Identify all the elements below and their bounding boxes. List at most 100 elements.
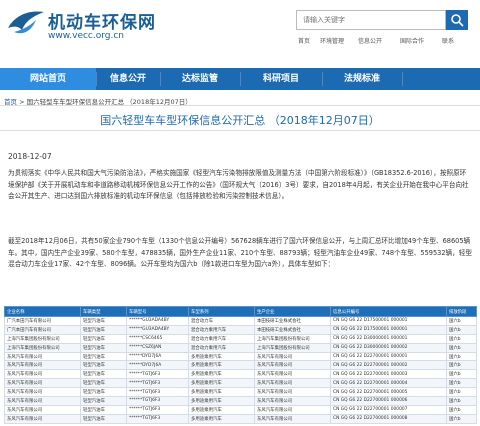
- table-cell: ******CSZ6JAN: [126, 342, 189, 353]
- table-cell: 混合动力乘用汽车: [188, 333, 255, 344]
- table-cell: 国六b: [446, 404, 477, 415]
- nav-item-supervision[interactable]: 达标监管: [160, 68, 240, 90]
- nav-divider: [402, 72, 403, 86]
- table-cell: 东风汽车有限公司: [254, 351, 331, 362]
- site-title: 机动车环保网: [48, 13, 156, 33]
- table-row: 东风汽车有限公司 轻型汽油车 ******DYD7J6A 多用途乘用汽车 东风汽车有限公…: [4, 351, 477, 362]
- table-cell: ******TGTJ6F3: [126, 413, 189, 424]
- table-cell: 混合动力车: [188, 316, 255, 326]
- table-cell: 轻型汽油车: [80, 396, 127, 406]
- table-cell: 轻型汽油车: [80, 333, 127, 344]
- table-cell: 东风汽车有限公司: [4, 378, 81, 389]
- table-cell: CN GQ G6 22 D30000001 000001: [330, 333, 447, 344]
- table-cell: 本田技研工业株式会社: [254, 324, 331, 335]
- top-links: 首页 环境管理 信息公开 国际合作 联系: [296, 36, 476, 46]
- site-url: www.vecc.org.cn: [48, 31, 125, 41]
- table-row: 东风汽车有限公司 轻型汽油车 ******TGTJ6F3 多用途乘用汽车 东风汽车有限公…: [4, 396, 477, 406]
- table-header-row: 企业名称 车辆类型 车辆型号 车型系列 生产企业 信息公开编号 排放阶段: [4, 306, 477, 317]
- article-paragraph: 截至2018年12月06日，共有50家企业790个车型（1330个信息公开编号）…: [8, 237, 472, 269]
- table-cell: 多用途乘用汽车: [188, 378, 255, 389]
- nav-item-research[interactable]: 科研项目: [240, 68, 322, 90]
- table-cell: 国六b: [446, 360, 477, 371]
- table-cell: CN GQ G6 22 D17500001 000001: [330, 324, 447, 335]
- table-cell: 国六b: [446, 333, 477, 344]
- table-cell: 国六b: [446, 378, 477, 389]
- table-row: 东风汽车有限公司 轻型汽油车 ******TGTJ6F3 多用途乘用汽车 东风汽车有限公…: [4, 378, 477, 389]
- site-logo[interactable]: 机动车环保网 www.vecc.org.cn: [6, 6, 196, 46]
- page-title: 国六轻型车车型环保信息公开汇总 （2018年12月07日）: [100, 114, 380, 127]
- publish-date: 2018-12-07: [8, 152, 52, 161]
- table-cell: 东风汽车有限公司: [4, 360, 81, 371]
- table-cell: 上海汽车集团股份有限公司: [254, 342, 331, 353]
- nav-item-home[interactable]: 网站首页: [0, 68, 96, 90]
- top-link-contact[interactable]: 联系: [442, 36, 454, 45]
- table-cell: 多用途乘用汽车: [188, 351, 255, 362]
- table-cell: 轻型汽油车: [80, 316, 127, 326]
- table-cell: ******TGTJ6F3: [126, 396, 189, 406]
- table-cell: ******TGTJ6F3: [126, 387, 189, 398]
- table-row: 广汽本田汽车有限公司 轻型汽油车 ******GU3ADA4BY 混合动力车 本田技研工…: [4, 316, 477, 326]
- table-cell: 轻型汽油车: [80, 404, 127, 415]
- table-cell: ******TGTJ6F3: [126, 404, 189, 415]
- top-link-home[interactable]: 首页: [298, 36, 310, 45]
- table-cell: 国六b: [446, 413, 477, 424]
- table-cell: ******GU3ADA4BY: [126, 316, 189, 326]
- table-row: 上海汽车集团股份有限公司 轻型汽油车 ******CSC6465 混合动力乘用汽车 上海…: [4, 333, 477, 344]
- top-link-env[interactable]: 环境管理: [320, 36, 344, 45]
- table-cell: 轻型汽油车: [80, 369, 127, 380]
- table-column-header: 排放阶段: [446, 306, 477, 317]
- table-cell: 多用途乘用汽车: [188, 387, 255, 398]
- search-button[interactable]: [446, 10, 468, 30]
- table-cell: 东风汽车有限公司: [4, 404, 81, 415]
- table-cell: 东风汽车有限公司: [254, 413, 331, 424]
- table-cell: CN GQ G6 22 D30000001 000002: [330, 342, 447, 353]
- table-column-header: 生产企业: [254, 306, 331, 317]
- table-column-header: 车型系列: [188, 306, 255, 317]
- site-header: 机动车环保网 www.vecc.org.cn 首页 环境管理 信息公开 国际合作…: [0, 0, 480, 68]
- table-cell: CN GQ G6 22 D22700001 000001: [330, 351, 447, 362]
- table-row: 广汽本田汽车有限公司 轻型汽油车 ******GU3ADA4BY 混合动力乘用汽车 本田…: [4, 324, 477, 335]
- table-cell: CN GQ G6 22 D22700001 000005: [330, 387, 447, 398]
- nav-item-info[interactable]: 信息公开: [96, 68, 160, 90]
- table-cell: 国六b: [446, 369, 477, 380]
- table-cell: 广汽本田汽车有限公司: [4, 324, 81, 335]
- table-cell: 多用途乘用汽车: [188, 396, 255, 406]
- table-cell: CN GQ G6 22 D22700001 000006: [330, 396, 447, 406]
- article-paragraph: 为贯彻落实《中华人民共和国大气污染防治法》，严格实施国家《轻型汽车污染物排放限值…: [8, 169, 469, 201]
- table-cell: 轻型汽油车: [80, 324, 127, 335]
- nav-item-standards[interactable]: 法规标准: [322, 68, 402, 90]
- main-nav: 网站首页 信息公开 达标监管 科研项目 法规标准: [0, 68, 480, 90]
- table-cell: 广汽本田汽车有限公司: [4, 316, 81, 326]
- table-cell: 东风汽车有限公司: [254, 378, 331, 389]
- top-link-info[interactable]: 信息公开: [358, 36, 382, 45]
- table-column-header: 企业名称: [4, 306, 81, 317]
- table-cell: CN GQ G6 22 D22700001 000003: [330, 369, 447, 380]
- table-cell: 轻型汽油车: [80, 378, 127, 389]
- top-link-intl[interactable]: 国际合作: [400, 36, 424, 45]
- table-cell: 多用途乘用汽车: [188, 360, 255, 371]
- table-cell: CN GQ G6 22 D17500001 000001: [330, 316, 447, 326]
- table-cell: 东风汽车有限公司: [254, 396, 331, 406]
- table-cell: 多用途乘用汽车: [188, 413, 255, 424]
- search-icon: [451, 14, 464, 27]
- table-cell: 国六b: [446, 351, 477, 362]
- table-cell: ******DYD7J6A: [126, 360, 189, 371]
- table-cell: 国六b: [446, 324, 477, 335]
- table-cell: 东风汽车有限公司: [4, 396, 81, 406]
- table-cell: 国六b: [446, 396, 477, 406]
- table-cell: 混合动力乘用汽车: [188, 342, 255, 353]
- table-row: 东风汽车有限公司 轻型汽油车 ******TGTJ6F3 多用途乘用汽车 东风汽车有限公…: [4, 387, 477, 398]
- table-cell: 上海汽车集团股份有限公司: [4, 333, 81, 344]
- table-cell: 东风汽车有限公司: [254, 360, 331, 371]
- table-row: 东风汽车有限公司 轻型汽油车 ******TGTJ6F3 多用途乘用汽车 东风汽车有限公…: [4, 404, 477, 415]
- table-cell: CN GQ G6 22 D22700001 000008: [330, 413, 447, 424]
- table-cell: 轻型汽油车: [80, 387, 127, 398]
- table-row: 东风汽车有限公司 轻型汽油车 ******DYD7J6A 多用途乘用汽车 东风汽车有限公…: [4, 360, 477, 371]
- table-cell: ******TGTJ6F3: [126, 378, 189, 389]
- table-column-header: 车辆型号: [126, 306, 189, 317]
- table-cell: 上海汽车集团股份有限公司: [4, 342, 81, 353]
- search-input[interactable]: [296, 10, 446, 30]
- table-cell: 国六b: [446, 316, 477, 326]
- table-row: 上海汽车集团股份有限公司 轻型汽油车 ******CSZ6JAN 混合动力乘用汽车 上海…: [4, 342, 477, 353]
- table-cell: 上海汽车集团股份有限公司: [254, 333, 331, 344]
